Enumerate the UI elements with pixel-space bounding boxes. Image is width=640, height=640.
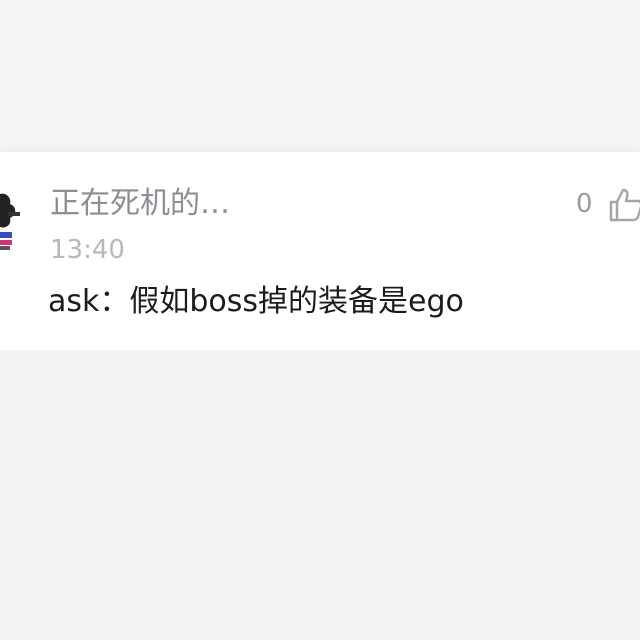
like-button[interactable]: 0 bbox=[576, 182, 640, 226]
background-bottom bbox=[0, 350, 640, 640]
background-top bbox=[0, 0, 640, 150]
thumbs-up-icon[interactable] bbox=[607, 186, 640, 222]
like-count: 0 bbox=[576, 189, 593, 219]
comment-time: 13:40 bbox=[50, 235, 125, 265]
avatar[interactable] bbox=[0, 184, 24, 260]
username[interactable]: 正在死机的… bbox=[50, 182, 230, 226]
avatar-image bbox=[0, 184, 24, 260]
comment-text: ask：假如boss掉的装备是ego bbox=[48, 284, 464, 319]
